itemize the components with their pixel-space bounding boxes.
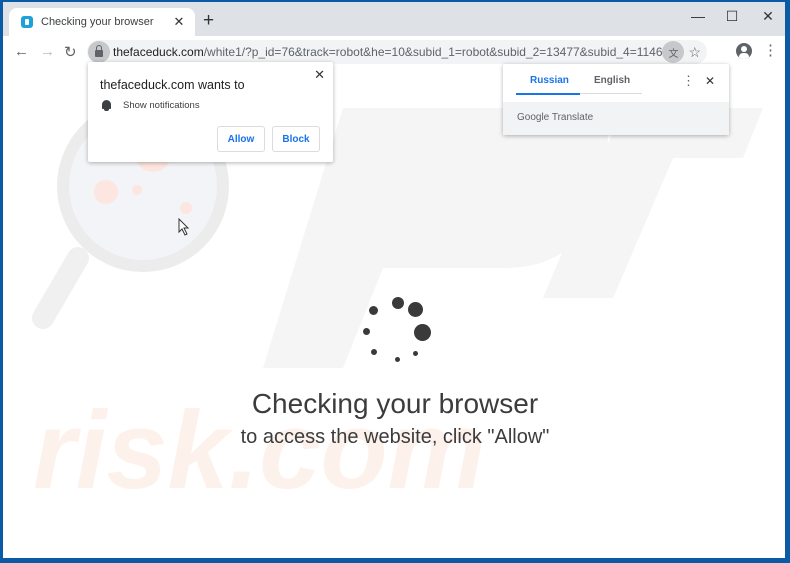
spinner-dot: [369, 306, 378, 315]
spinner-dot: [363, 328, 370, 335]
url-host: thefaceduck.com: [113, 45, 204, 59]
bell-icon: [102, 100, 111, 111]
allow-button[interactable]: Allow: [217, 126, 265, 152]
active-tab-indicator: [516, 93, 580, 95]
notification-permission-popup: thefaceduck.com wants to ✕ Show notifica…: [88, 62, 333, 162]
spinner-dot: [408, 302, 423, 317]
forward-button[interactable]: →: [40, 43, 55, 60]
spinner-dot: [413, 351, 418, 356]
favicon-icon: [21, 16, 33, 28]
tab-russian[interactable]: Russian: [530, 75, 569, 86]
browser-window: Checking your browser ✕ + — ☐ ✕ ← → ↻ th…: [3, 2, 785, 558]
popup-title: thefaceduck.com wants to: [100, 78, 245, 92]
new-tab-button[interactable]: +: [203, 11, 214, 30]
browser-menu-icon[interactable]: ⋮: [763, 42, 778, 60]
spinner-dot: [371, 349, 377, 355]
translate-footer: Google Translate: [503, 102, 729, 135]
reload-button[interactable]: ↻: [64, 43, 77, 61]
minimize-button[interactable]: —: [683, 8, 713, 24]
back-button[interactable]: ←: [14, 43, 29, 60]
translate-icon[interactable]: 文: [662, 41, 685, 63]
google-translate-label: Google Translate: [517, 112, 594, 123]
address-bar[interactable]: thefaceduck.com/white1/?p_id=76&track=ro…: [87, 40, 707, 64]
lock-icon: [95, 45, 103, 57]
translate-more-icon[interactable]: ⋮: [682, 73, 695, 89]
mouse-cursor-icon: [178, 218, 190, 236]
permission-text: Show notifications: [123, 100, 200, 111]
block-button[interactable]: Block: [272, 126, 320, 152]
translate-close-icon[interactable]: ✕: [705, 74, 715, 88]
tab-divider: [580, 93, 642, 94]
maximize-button[interactable]: ☐: [717, 8, 747, 25]
spinner-dot: [392, 297, 404, 309]
close-window-button[interactable]: ✕: [753, 8, 783, 25]
translate-panel: Russian English ⋮ ✕ Google Translate: [503, 64, 729, 135]
tab-title: Checking your browser: [41, 16, 154, 28]
tab-active[interactable]: Checking your browser ✕: [9, 8, 195, 36]
page-subheading: to access the website, click "Allow": [240, 426, 550, 448]
site-info-button[interactable]: [88, 41, 110, 63]
url-text[interactable]: thefaceduck.com/white1/?p_id=76&track=ro…: [113, 45, 662, 59]
profile-avatar-icon[interactable]: [736, 43, 752, 59]
bookmark-star-icon[interactable]: ☆: [688, 44, 701, 61]
tab-close-icon[interactable]: ✕: [171, 14, 187, 30]
spinner-dot: [414, 324, 431, 341]
tab-english[interactable]: English: [594, 75, 630, 86]
page-heading: Checking your browser: [251, 388, 539, 419]
popup-close-icon[interactable]: ✕: [314, 67, 325, 83]
spinner-dot: [395, 357, 400, 362]
tab-strip: Checking your browser ✕ + — ☐ ✕: [3, 2, 785, 36]
url-path: /white1/?p_id=76&track=robot&he=10&subid…: [203, 45, 663, 59]
